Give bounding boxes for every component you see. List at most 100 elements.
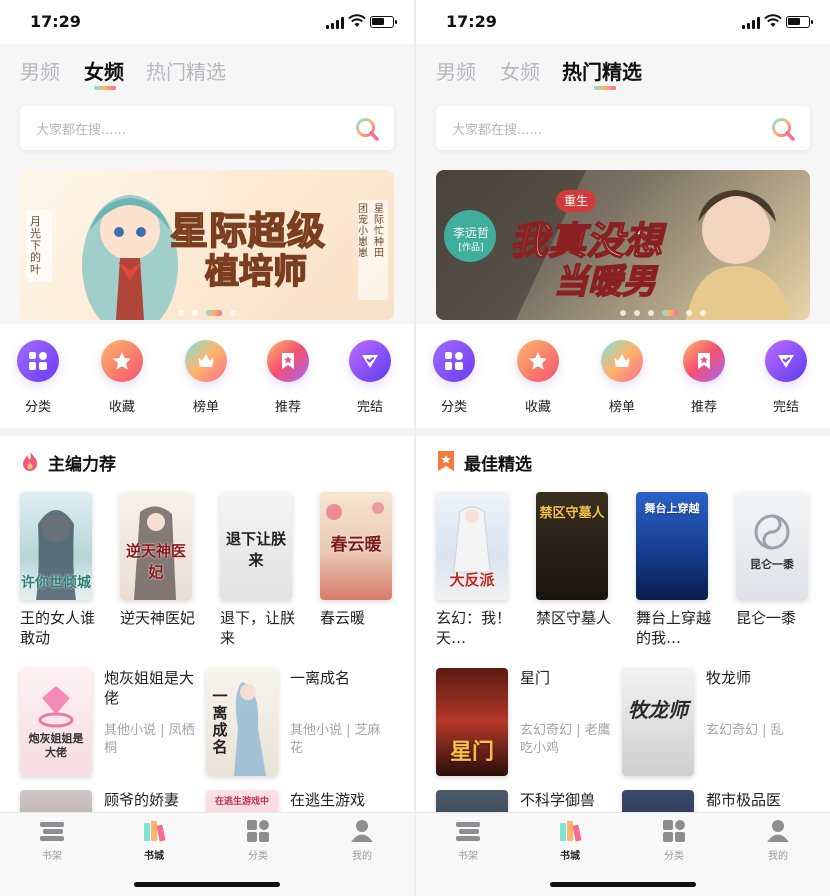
tab-hot-picks[interactable]: 热门精选 [146,56,226,85]
cover-title: 在逃生游戏中 [214,797,269,807]
book-name: 逆天神医妃 [120,609,196,627]
flame-icon [23,451,38,471]
book-list-item[interactable]: 炮灰姐姐是大佬 炮灰姐姐是大佬 其他小说 | 凤栖桐 [20,668,210,778]
signal-icon [326,17,344,29]
tab-female[interactable]: 女频 [500,56,540,85]
shortcut-completed[interactable]: 完结 [340,336,400,415]
cover-title: 舞台上穿越 [644,502,700,515]
book-cover: 一离成名 [206,668,278,776]
shortcut-favorites[interactable]: 收藏 [508,336,568,415]
tab-male[interactable]: 男频 [20,56,60,85]
category-shortcuts: 分类 收藏 榜单 推荐 完结 [0,336,414,420]
book-card[interactable]: 舞台上穿越 舞台上穿越的我… [636,492,711,648]
search-icon[interactable] [770,116,796,142]
banner-pagination [20,302,394,316]
featured-book-grid: 大反派 玄幻：我！天… 禁区守墓人 禁区守墓人 舞台上穿越 舞台上穿越的我… 昆… [436,492,826,652]
promo-banner[interactable]: 星际超级 植培师 月光下的叶 团宠小崽崽 星际忙种田 [20,170,394,320]
pagination-dot [178,309,184,316]
search-bar[interactable]: 大家都在搜...... [20,106,394,150]
cover-title: 昆仑一黍 [750,558,794,571]
shortcut-category[interactable]: 分类 [424,336,484,415]
phone-screen-hot-picks: 17:29 男频 女频 热门精选 大家都在搜...... 重生 李远哲 [作品]… [416,0,830,896]
wifi-icon [348,14,366,27]
tabbar-label: 我的 [352,851,372,862]
tab-female[interactable]: 女频 [84,56,124,85]
shortcut-label: 推荐 [690,400,717,415]
tabbar-profile[interactable]: 我的 [748,819,808,862]
book-card[interactable]: 退下让朕来 退下，让朕来 [220,492,295,648]
pagination-dot-active [662,309,678,316]
book-card[interactable]: 许你世倾城 王的女人谁敢动 [20,492,95,648]
shortcut-category[interactable]: 分类 [8,336,68,415]
cover-title: 春云暖 [330,535,382,555]
home-indicator[interactable] [134,882,280,887]
status-time: 17:29 [30,12,81,31]
pagination-dot [634,309,640,316]
book-card[interactable]: 逆天神医妃 逆天神医妃 [120,492,195,628]
book-title: 星门 [520,669,551,687]
book-name: 玄幻：我！天… [436,609,512,647]
shortcut-label: 榜单 [192,400,219,415]
book-list-item[interactable]: 一离成名 一离成名 其他小说 | 芝麻花 [206,668,396,778]
tabbar-bookstore[interactable]: 书城 [124,819,184,862]
cover-title: 逆天神医妃 [125,542,186,581]
active-tab-indicator [594,86,616,90]
book-title: 牧龙师 [706,669,752,687]
book-card[interactable]: 春云暖 春云暖 [320,492,394,628]
cover-title: 许你世倾城 [21,575,91,591]
bookshelf-icon [40,822,64,841]
shortcut-rankings[interactable]: 榜单 [176,336,236,415]
pagination-dot [192,309,198,316]
bookshelf-icon [456,822,480,841]
search-placeholder: 大家都在搜...... [36,123,126,138]
cover-title: 大反派 [449,571,495,589]
category-shortcuts: 分类 收藏 榜单 推荐 完结 [416,336,830,420]
book-name: 春云暖 [320,609,366,627]
book-list-item[interactable]: 星门 星门 玄幻奇幻 | 老鹰吃小鸡 [436,668,626,778]
book-cover: 退下让朕来 [220,492,292,600]
screenshot-stage: 17:29 男频 女频 热门精选 大家都在搜...... 星际超级 植培师 月光… [0,0,830,896]
book-cover: 大反派 [436,492,508,600]
book-cover: 炮灰姐姐是大佬 [20,668,92,776]
home-indicator[interactable] [550,882,696,887]
book-cover: 舞台上穿越 [636,492,708,600]
bookstore-icon [144,821,166,842]
tabbar-category[interactable]: 分类 [644,819,704,862]
book-cover: 牧龙师 [622,668,694,776]
banner-tag: 重生 [556,190,596,212]
shortcut-recommend[interactable]: 推荐 [674,336,734,415]
cover-title: 牧龙师 [628,698,688,722]
book-card[interactable]: 禁区守墓人 禁区守墓人 [536,492,611,628]
promo-banner[interactable]: 重生 李远哲 [作品] 我真没想 当暖男 [436,170,810,320]
tab-hot-picks[interactable]: 热门精选 [562,56,642,85]
bookmark-star-icon [438,451,454,471]
battery-icon [370,16,397,28]
tabbar-label: 书架 [42,851,62,862]
tabbar-bookshelf[interactable]: 书架 [438,819,498,862]
book-list-item[interactable]: 牧龙师 牧龙师 玄幻奇幻 | 乱 [622,668,812,778]
book-card[interactable]: 昆仑一黍 昆仑一黍 [736,492,810,628]
tabbar-label: 书架 [458,851,478,862]
tabbar-profile[interactable]: 我的 [332,819,392,862]
bookstore-icon [560,821,582,842]
tab-male[interactable]: 男频 [436,56,476,85]
tabbar-bookstore[interactable]: 书城 [540,819,600,862]
book-card[interactable]: 大反派 玄幻：我！天… [436,492,511,648]
book-cover: 昆仑一黍 [736,492,808,600]
shortcut-rankings[interactable]: 榜单 [592,336,652,415]
shortcut-favorites[interactable]: 收藏 [92,336,152,415]
star-icon [517,340,559,382]
pagination-dot [648,309,654,316]
search-icon[interactable] [354,116,380,142]
tabbar-category[interactable]: 分类 [228,819,288,862]
shortcut-recommend[interactable]: 推荐 [258,336,318,415]
book-name: 舞台上穿越的我… [636,609,712,647]
search-bar[interactable]: 大家都在搜...... [436,106,810,150]
shortcut-completed[interactable]: 完结 [756,336,816,415]
book-cover: 禁区守墓人 [536,492,608,600]
tabbar-bookshelf[interactable]: 书架 [22,819,82,862]
banner-side-left: 月光下的叶 [30,215,41,276]
category-grid-icon [247,820,269,842]
pagination-dot-active [206,309,222,316]
banner-author-sub: [作品] [458,243,484,253]
